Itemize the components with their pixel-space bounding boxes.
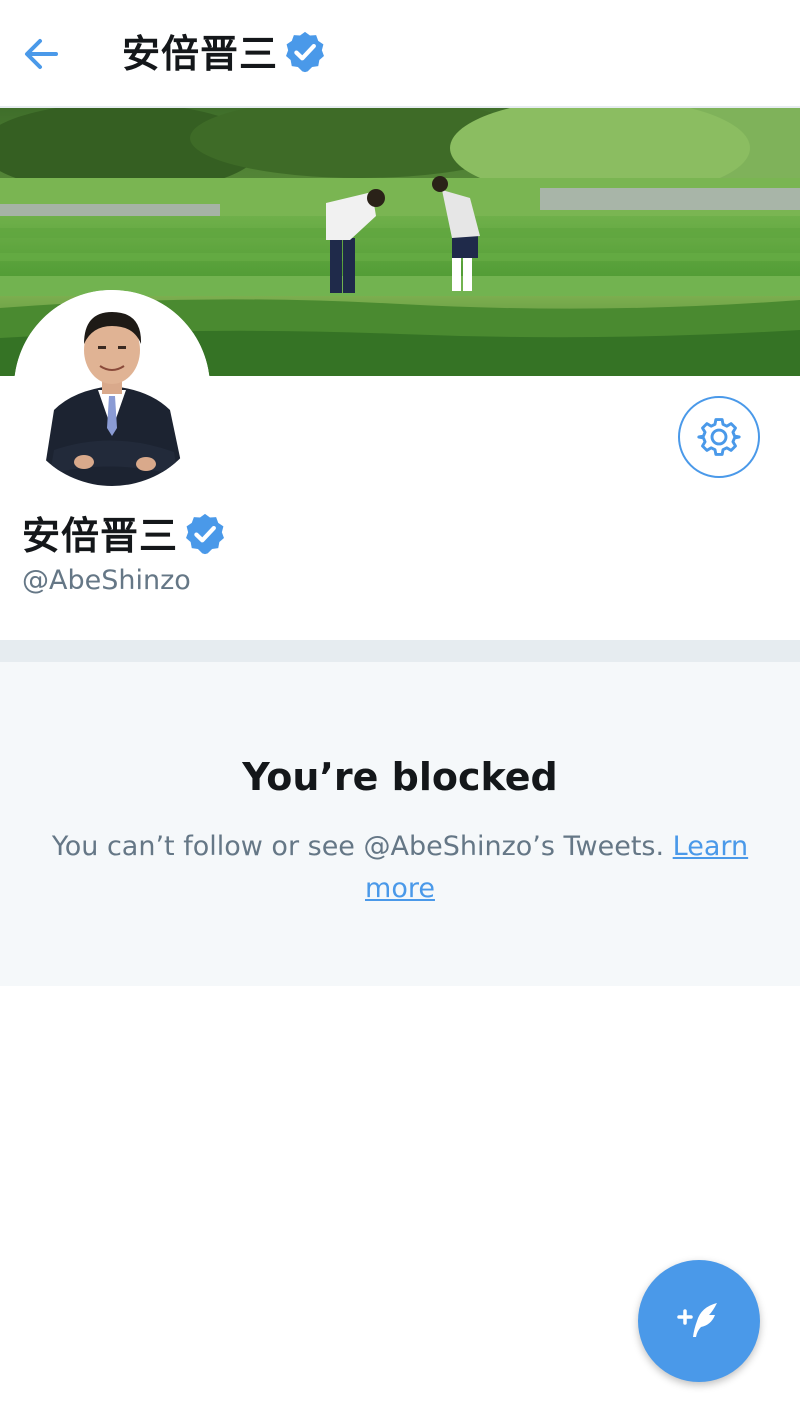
section-divider [0,640,800,662]
header-title-text: 安倍晋三 [122,32,279,76]
back-button[interactable] [18,30,66,78]
profile-name-text: 安倍晋三 [22,514,179,558]
top-bar: 安倍晋三 [0,0,800,108]
profile-display-name: 安倍晋三 [22,510,228,562]
blocked-title: You’re blocked [242,755,558,799]
header-title: 安倍晋三 [122,30,328,78]
profile-page: 安倍晋三 安倍晋三 @AbeShinzo You’re blocked You … [0,0,800,1422]
blocked-message-text: You can’t follow or see @AbeShinzo’s Twe… [51,831,673,862]
blocked-notice-panel [0,662,800,986]
profile-handle: @AbeShinzo [22,565,191,596]
settings-button[interactable] [678,396,760,478]
verified-badge-icon [282,29,328,79]
compose-tweet-icon [677,1303,717,1337]
profile-avatar[interactable] [14,290,210,486]
compose-tweet-button[interactable] [638,1260,760,1382]
arrow-left-icon [25,39,58,69]
verified-badge-icon [182,511,228,561]
blocked-message: You can’t follow or see @AbeShinzo’s Twe… [40,826,760,910]
gear-icon [697,418,741,456]
